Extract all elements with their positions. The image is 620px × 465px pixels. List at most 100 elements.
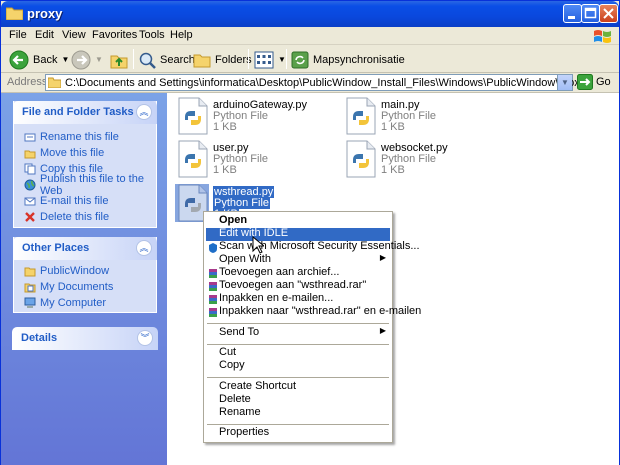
file-item[interactable]: websocket.py Python File 1 KB	[337, 138, 497, 182]
menu-item-label: Open With	[219, 253, 271, 265]
address-dropdown-button[interactable]: ▼	[557, 75, 572, 90]
winrar-icon	[209, 282, 217, 291]
tasks-title: File and Folder Tasks	[22, 106, 134, 118]
python-file-icon	[178, 140, 208, 178]
menu-help[interactable]: Help	[170, 29, 193, 41]
place-publicwindow-label: PublicWindow	[40, 264, 110, 277]
search-label: Search	[160, 53, 195, 66]
menu-item-label: Inpakken en e-mailen...	[219, 292, 334, 304]
places-title: Other Places	[22, 242, 90, 254]
file-size: 1 KB	[213, 164, 237, 176]
menu-edit[interactable]: Edit	[35, 29, 54, 41]
views-icon	[254, 51, 274, 68]
file-item[interactable]: arduinoGateway.py Python File 1 KB	[169, 95, 329, 139]
close-icon	[603, 8, 614, 19]
menu-view[interactable]: View	[62, 29, 86, 41]
menu-item-label: Copy	[219, 359, 245, 371]
my-documents-icon	[24, 283, 36, 292]
collapse-chevron-icon[interactable]: ︽	[136, 240, 152, 256]
go-label: Go	[596, 76, 611, 88]
sync-button[interactable]: Mapsynchronisatie	[291, 48, 405, 71]
menu-favorites[interactable]: Favorites	[92, 29, 137, 41]
folder-icon	[24, 267, 36, 276]
window-title: proxy	[27, 6, 63, 21]
back-label: Back	[33, 53, 58, 66]
back-dropdown-icon[interactable]: ▼	[61, 55, 69, 64]
places-header[interactable]: Other Places ︽	[13, 237, 157, 260]
search-button[interactable]: Search	[138, 48, 195, 71]
file-folder-tasks-panel: File and Folder Tasks ︽ Rename this file…	[13, 101, 157, 228]
menu-item-label: Send To	[219, 326, 260, 338]
submenu-arrow-icon: ▶	[379, 253, 386, 262]
menu-item-label: Inpakken naar "wsthread.rar" en e-mailen	[219, 305, 422, 317]
up-folder-icon	[110, 55, 128, 68]
menu-item-rename[interactable]: Rename	[206, 406, 390, 420]
task-delete[interactable]: Delete this file	[14, 209, 156, 224]
menu-item-label: Cut	[219, 346, 237, 358]
python-file-icon	[346, 140, 376, 178]
menu-item-pack-rar-mail[interactable]: Inpakken naar "wsthread.rar" en e-mailen	[206, 305, 421, 319]
folder-icon	[6, 7, 23, 20]
place-my-computer[interactable]: My Computer	[14, 295, 156, 310]
winrar-icon	[209, 295, 217, 304]
close-button[interactable]	[599, 4, 618, 23]
maximize-button[interactable]	[581, 4, 600, 23]
menu-item-send-to[interactable]: Send To ▶	[206, 326, 390, 340]
winrar-icon	[209, 269, 217, 278]
minimize-icon	[568, 16, 575, 19]
menu-item-copy[interactable]: Copy	[206, 359, 390, 373]
up-folder-button[interactable]	[109, 48, 129, 71]
task-pane: File and Folder Tasks ︽ Rename this file…	[1, 93, 167, 465]
windows-logo-icon	[594, 30, 611, 43]
winrar-icon	[209, 308, 217, 317]
menu-file[interactable]: File	[9, 29, 27, 41]
delete-x-icon	[25, 211, 35, 222]
file-item[interactable]: user.py Python File 1 KB	[169, 138, 329, 182]
file-item[interactable]: main.py Python File 1 KB	[337, 95, 497, 139]
tasks-header[interactable]: File and Folder Tasks ︽	[13, 101, 157, 124]
task-rename[interactable]: Rename this file	[14, 129, 156, 144]
back-button[interactable]: Back ▼	[9, 48, 69, 71]
task-rename-label: Rename this file	[40, 130, 119, 143]
place-my-computer-label: My Computer	[40, 296, 107, 309]
toolbar: Back ▼ ▼ Search Folders ▼ Mapsynchronisa…	[1, 45, 619, 73]
menu-item-label: Scan with Microsoft Security Essentials.…	[219, 240, 420, 252]
address-label: Address	[7, 76, 48, 88]
maximize-icon	[584, 7, 597, 19]
file-size: 1 KB	[381, 121, 405, 133]
collapse-chevron-icon[interactable]: ︽	[136, 104, 152, 120]
menu-item-label: Toevoegen aan "wsthread.rar"	[219, 279, 367, 291]
menu-item-label: Create Shortcut	[219, 380, 297, 392]
menu-item-label: Open	[219, 214, 248, 226]
folders-button[interactable]: Folders	[193, 48, 252, 71]
go-button[interactable]: Go	[577, 74, 611, 90]
task-publish[interactable]: Publish this file to the Web	[14, 173, 156, 197]
title-bar[interactable]: proxy	[1, 1, 619, 27]
menu-tools[interactable]: Tools	[139, 29, 165, 41]
details-header[interactable]: Details ︾	[12, 327, 158, 350]
minimize-button[interactable]	[563, 4, 582, 23]
address-bar: Address C:\Documents and Settings\inform…	[1, 73, 619, 93]
expand-chevron-icon[interactable]: ︾	[137, 330, 153, 346]
sync-label: Mapsynchronisatie	[313, 53, 405, 66]
copy-icon	[24, 163, 36, 174]
menu-item-label: Delete	[219, 393, 251, 405]
python-file-icon	[346, 97, 376, 135]
mouse-cursor-icon	[252, 236, 264, 254]
menu-item-label: Toevoegen aan archief...	[219, 266, 340, 278]
menu-item-label: Rename	[219, 406, 261, 418]
menu-item-properties[interactable]: Properties	[206, 426, 390, 440]
file-size: 1 KB	[381, 164, 405, 176]
address-input[interactable]: C:\Documents and Settings\informatica\De…	[45, 74, 585, 91]
place-publicwindow[interactable]: PublicWindow	[14, 263, 156, 278]
folders-icon	[193, 54, 211, 67]
details-panel: Details ︾	[12, 327, 158, 350]
search-icon	[139, 52, 156, 69]
submenu-arrow-icon: ▶	[379, 326, 386, 335]
views-button[interactable]: ▼	[254, 48, 286, 71]
details-title: Details	[21, 332, 58, 344]
forward-button[interactable]: ▼	[71, 48, 103, 71]
sync-icon	[291, 51, 309, 68]
place-my-documents[interactable]: My Documents	[14, 279, 156, 294]
task-move[interactable]: Move this file	[14, 145, 156, 160]
